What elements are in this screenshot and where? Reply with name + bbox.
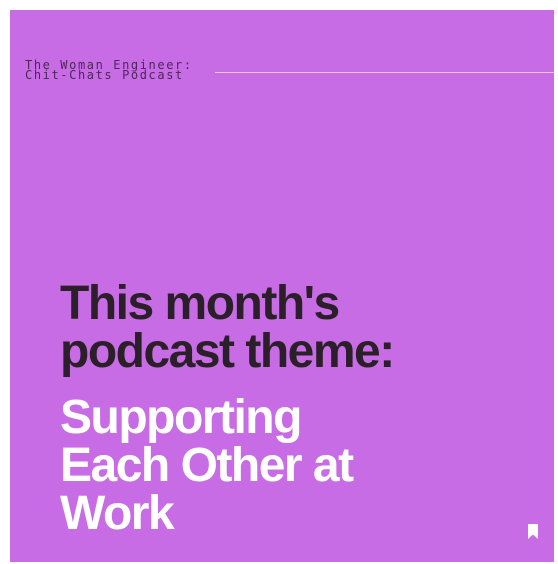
podcast-name-line-2: Chit-Chats Podcast [25, 68, 184, 82]
headline: This month's podcast theme: [60, 280, 540, 376]
podcast-name: The Woman Engineer: Chit-Chats Podcast [25, 59, 193, 82]
podcast-theme: Supporting Each Other at Work [60, 394, 540, 538]
podcast-post-card: The Woman Engineer: Chit-Chats Podcast T… [10, 10, 554, 562]
theme-line-2: Each Other at [60, 439, 354, 492]
headline-line-2: podcast theme: [60, 325, 395, 378]
headline-line-1: This month's [60, 277, 340, 330]
theme-line-1: Supporting [60, 391, 302, 444]
header-divider [215, 72, 554, 73]
theme-line-3: Work [60, 487, 175, 540]
bookmark-icon[interactable] [527, 524, 539, 539]
